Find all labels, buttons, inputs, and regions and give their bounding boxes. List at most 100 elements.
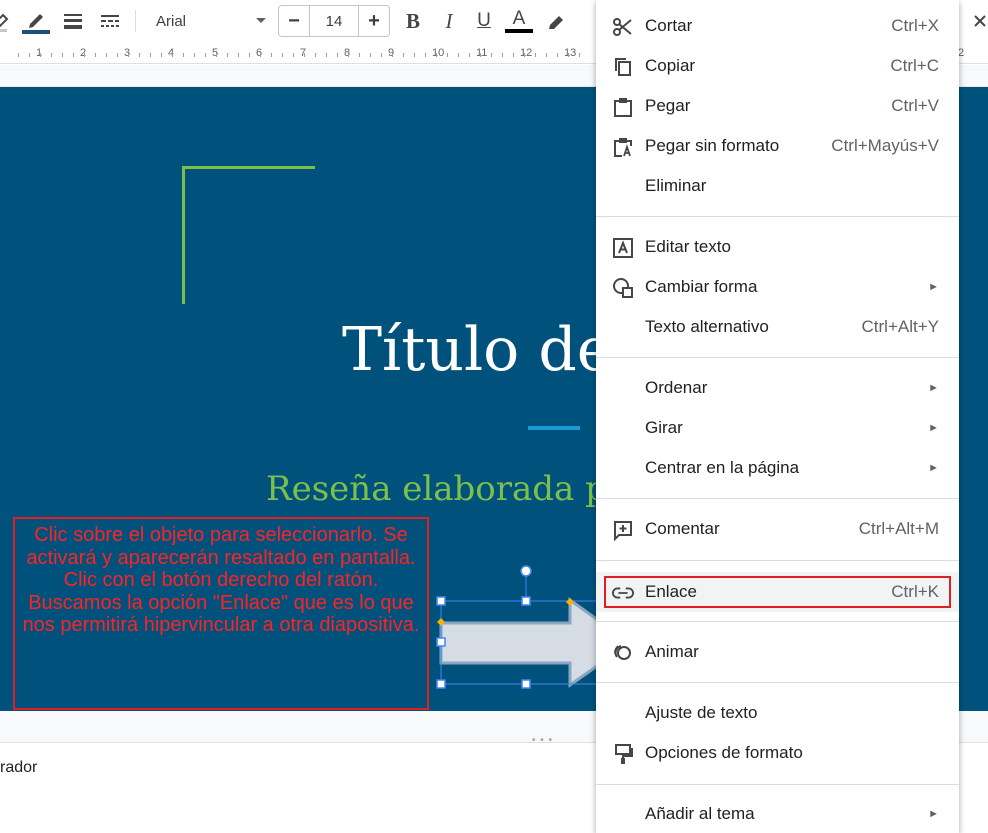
menu-item-cut[interactable]: Cortar Ctrl+X [596,6,959,46]
comment-add-icon [612,519,634,541]
toolbar-divider [135,10,136,32]
submenu-arrow-icon: ► [928,462,939,474]
ruler-number: 11 [476,47,488,59]
font-family-select[interactable]: Arial [148,6,270,36]
fill-color-icon[interactable] [0,6,14,36]
ruler-tick [161,53,162,57]
menu-item-label: Opciones de formato [645,743,803,762]
font-size-input[interactable]: 14 [309,6,359,36]
menu-item-center-on-page[interactable]: Centrar en la página ► [596,448,959,488]
menu-item-paste[interactable]: Pegar Ctrl+V [596,86,959,126]
instruction-callout: Clic sobre el objeto para seleccionarlo.… [13,517,429,710]
menu-item-edit-text[interactable]: Editar texto [596,227,959,267]
ruler-tick [172,53,173,57]
ruler-tick [205,53,206,57]
menu-divider [596,784,959,785]
menu-item-add-to-theme[interactable]: Añadir al tema ► [596,794,959,833]
ruler-tick [271,53,272,57]
ruler-tick [348,53,349,57]
ruler-tick [469,53,470,57]
ruler-tick [282,53,283,57]
ruler-tick [359,53,360,57]
menu-item-label: Editar texto [645,237,731,256]
slide-subtitle[interactable]: Reseña elaborada p [266,469,607,509]
font-family-value: Arial [156,12,187,30]
format-paint-icon [612,743,634,765]
menu-item-label: Animar [645,642,699,661]
ruler-tick [260,53,261,57]
italic-button[interactable]: I [436,6,462,36]
menu-item-comment[interactable]: Comentar Ctrl+Alt+M [596,509,959,549]
menu-item-label: Eliminar [645,176,707,195]
close-icon[interactable] [972,6,988,36]
menu-item-format-options[interactable]: Opciones de formato [596,733,959,773]
menu-item-change-shape[interactable]: Cambiar forma ► [596,267,959,307]
menu-item-animate[interactable]: Animar [596,632,959,672]
paste-plain-icon [612,136,634,158]
menu-divider [596,357,959,358]
ruler-tick [381,53,382,57]
menu-item-order[interactable]: Ordenar ► [596,368,959,408]
ruler-tick [238,53,239,57]
menu-divider [596,216,959,217]
font-size-stepper[interactable]: − 14 + [278,5,390,37]
ruler-tick [491,53,492,57]
ruler-tick [524,53,525,57]
ruler-tick [414,53,415,57]
slide-title[interactable]: Título de [342,315,612,385]
increase-font-size-button[interactable]: + [359,6,389,36]
menu-item-alt-text[interactable]: Texto alternativo Ctrl+Alt+Y [596,307,959,347]
ruler-tick [18,53,19,57]
speaker-notes-text: rador [0,759,38,776]
ruler-tick [546,53,547,57]
ruler-tick [513,53,514,57]
menu-item-label: Pegar sin formato [645,136,780,155]
ruler-tick [502,53,503,57]
border-color-icon[interactable] [22,6,50,36]
border-weight-icon[interactable] [60,6,86,36]
menu-item-delete[interactable]: Eliminar [596,166,959,206]
animate-icon [612,642,634,664]
submenu-arrow-icon: ► [928,382,939,394]
ruler-tick [403,53,404,57]
menu-item-shortcut: Ctrl+V [891,96,939,115]
underline-glyph: U [477,10,491,31]
menu-item-label: Añadir al tema [645,804,755,823]
context-menu: Cortar Ctrl+X Copiar Ctrl+C Pegar Ctrl+V… [596,0,959,833]
ruler-tick [84,53,85,57]
corner-accent [182,166,315,169]
menu-item-label: Ordenar [645,378,708,397]
clipboard-icon [612,96,634,118]
menu-item-copy[interactable]: Copiar Ctrl+C [596,46,959,86]
menu-item-label: Cortar [645,16,693,35]
menu-item-label: Texto alternativo [645,317,769,336]
submenu-arrow-icon: ► [928,808,939,820]
ruler-tick [480,53,481,57]
border-dash-icon[interactable] [96,6,124,36]
ruler-tick [425,53,426,57]
ruler-tick [216,53,217,57]
menu-item-paste-plain[interactable]: Pegar sin formato Ctrl+Mayús+V [596,126,959,166]
title-underline [528,426,580,430]
menu-item-shortcut: Ctrl+Mayús+V [831,136,939,155]
menu-item-label: Comentar [645,519,720,538]
ruler-tick [150,53,151,57]
menu-divider [596,682,959,683]
highlight-pen-icon[interactable] [544,6,570,36]
menu-item-rotate[interactable]: Girar ► [596,408,959,448]
shapes-icon [612,277,634,299]
menu-divider [596,621,959,622]
menu-item-label: Ajuste de texto [645,703,758,722]
menu-item-shortcut: Ctrl+Alt+M [858,519,939,538]
menu-divider [596,560,959,561]
decrease-font-size-button[interactable]: − [279,6,309,36]
ruler-tick [51,53,52,57]
bold-button[interactable]: B [400,6,426,36]
ruler-tick [535,53,536,57]
underline-button[interactable]: U [470,6,498,36]
text-color-button[interactable]: A [504,6,534,36]
ruler-tick [62,53,63,57]
ruler-tick [579,53,580,57]
menu-item-text-fit[interactable]: Ajuste de texto [596,693,959,733]
text-box-icon [612,237,634,259]
